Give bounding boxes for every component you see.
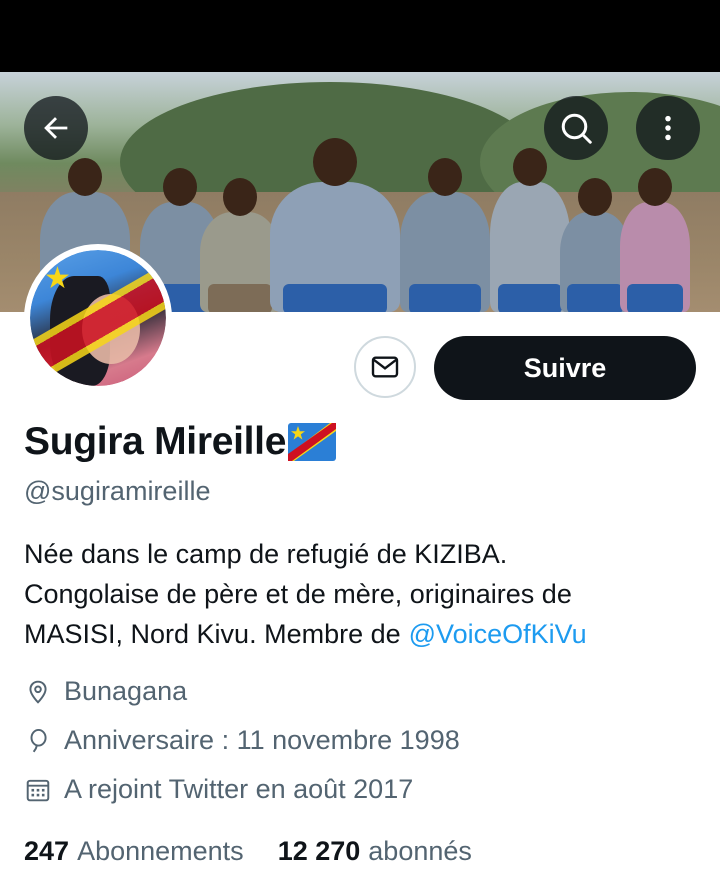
display-name: Sugira Mireille: [24, 420, 287, 463]
bio-line: Congolaise de père et de mère, originair…: [24, 579, 572, 609]
back-button[interactable]: [24, 96, 88, 160]
star-icon: ★: [44, 262, 71, 295]
drc-flag-icon: [288, 423, 337, 461]
status-bar: [0, 0, 720, 72]
avatar-image: ★: [30, 250, 166, 386]
following-label: Abonnements: [77, 836, 244, 866]
location-pin-icon: [24, 678, 52, 706]
banner-child: [620, 168, 690, 312]
message-button[interactable]: [354, 336, 416, 398]
profile-handle: @sugiramireille: [24, 476, 211, 506]
profile-name-row: Sugira Mireille: [24, 420, 337, 464]
arrow-left-icon: [44, 117, 68, 139]
followers-count: 12 270: [277, 836, 361, 866]
follow-button[interactable]: Suivre: [434, 336, 696, 400]
banner-child: [490, 148, 570, 312]
avatar[interactable]: ★: [24, 244, 172, 392]
more-vertical-icon: [665, 115, 671, 141]
following-count: 247: [24, 836, 70, 866]
following-link[interactable]: 247 Abonnements: [24, 836, 244, 867]
profile-location: Bunagana: [64, 676, 188, 706]
search-button[interactable]: [544, 96, 608, 160]
followers-label: abonnés: [368, 836, 472, 866]
bio-line-text: MASISI, Nord Kivu. Membre de: [24, 619, 401, 649]
bio-line-last: MASISI, Nord Kivu. Membre de @VoiceOfKiVu: [24, 614, 704, 654]
banner-child: [270, 138, 400, 312]
joined-row: A rejoint Twitter en août 2017: [24, 774, 413, 805]
search-icon: [561, 113, 592, 144]
envelope-icon: [371, 356, 399, 378]
banner-child: [400, 158, 490, 312]
banner-child: [200, 178, 280, 312]
balloon-icon: [24, 727, 52, 755]
follow-stats: 247 Abonnements 12 270 abonnés: [24, 836, 506, 867]
profile-bio: Née dans le camp de refugié de KIZIBA. C…: [24, 534, 704, 654]
location-row: Bunagana: [24, 676, 187, 707]
birthday-row: Anniversaire : 11 novembre 1998: [24, 725, 460, 756]
calendar-icon: [24, 776, 52, 804]
more-options-button[interactable]: [636, 96, 700, 160]
followers-link[interactable]: 12 270 abonnés: [278, 836, 472, 867]
profile-birthday: Anniversaire : 11 novembre 1998: [64, 725, 460, 755]
profile-joined: A rejoint Twitter en août 2017: [64, 774, 414, 804]
bio-line: Née dans le camp de refugié de KIZIBA.: [24, 539, 508, 569]
bio-mention-link[interactable]: @VoiceOfKiVu: [409, 619, 587, 649]
